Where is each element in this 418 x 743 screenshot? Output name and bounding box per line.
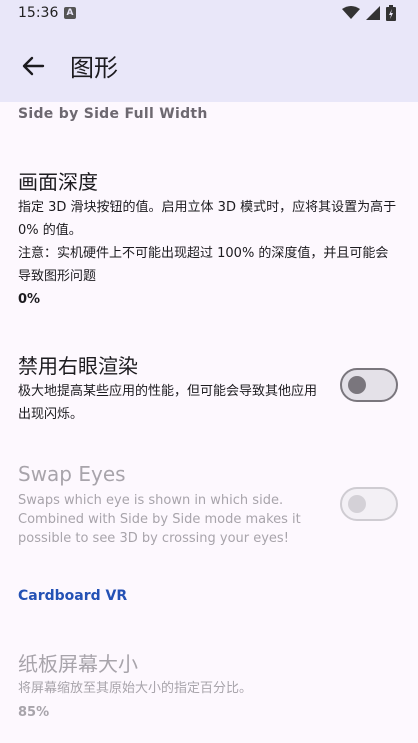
signal-icon	[366, 6, 380, 20]
swap-eyes-toggle	[340, 487, 398, 521]
disable-right-eye-toggle[interactable]	[340, 368, 398, 402]
depth-title: 画面深度	[18, 170, 98, 194]
back-arrow-icon[interactable]	[20, 53, 46, 79]
status-time: 15:36	[18, 5, 59, 21]
swap-eyes-title: Swap Eyes	[18, 462, 126, 486]
depth-description: 指定 3D 滑块按钮的值。启用立体 3D 模式时，应将其设置为高于 0% 的值。	[18, 200, 397, 238]
section-cardboard-vr: Cardboard VR	[18, 588, 128, 604]
settings-list[interactable]: Side by Side Full Width 画面深度 指定 3D 滑块按钮的…	[0, 102, 418, 743]
wifi-icon	[342, 6, 360, 19]
depth-note: 注意：实机硬件上不可能出现超过 100% 的深度值，并且可能会导致图形问题	[18, 246, 389, 284]
swap-eyes-description: Swaps which eye is shown in which side. …	[18, 493, 301, 546]
page-title: 图形	[70, 54, 118, 82]
toggle-knob	[348, 376, 366, 394]
disable-right-eye-description: 极大地提高某些应用的性能，但可能会导致其他应用出现闪烁。	[18, 384, 318, 422]
disable-right-eye-title: 禁用右眼渲染	[18, 354, 138, 378]
cardboard-size-description: 将屏幕缩放至其原始大小的指定百分比。	[18, 681, 253, 696]
notification-icon: A	[64, 7, 76, 19]
status-icons	[342, 5, 396, 21]
battery-icon	[386, 5, 396, 21]
app-bar: 图形	[0, 28, 418, 102]
status-bar: 15:36 A	[0, 0, 418, 28]
cardboard-size-title: 纸板屏幕大小	[18, 652, 138, 676]
depth-value: 0%	[18, 292, 41, 307]
cardboard-size-value: 85%	[18, 705, 50, 720]
stereo-mode-value: Side by Side Full Width	[18, 106, 208, 122]
toggle-knob	[348, 495, 366, 513]
